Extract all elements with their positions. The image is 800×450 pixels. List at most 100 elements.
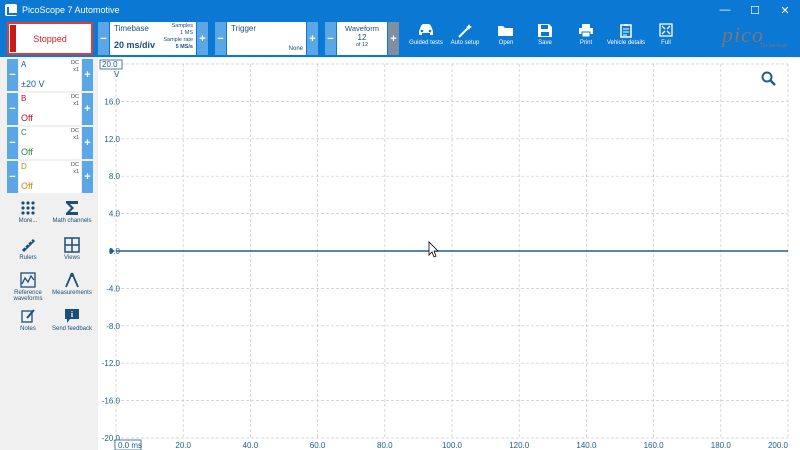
x-tick-label: 80.0 <box>377 441 393 450</box>
channel-c-minus-button[interactable]: − <box>7 127 18 159</box>
y-tick-label: 8.0 <box>109 172 121 181</box>
y-tick-label: 4.0 <box>109 210 121 219</box>
y-tick-label: 20.0 <box>102 60 118 69</box>
trigger-minus-button[interactable]: − <box>215 22 226 55</box>
views-button[interactable]: Views <box>51 237 93 261</box>
channel-c-control[interactable]: − C DC x1 Off + <box>7 127 93 159</box>
guided-tests-button[interactable]: Guided tests <box>404 20 448 57</box>
reference-waveform-icon <box>20 272 36 288</box>
waveform-label: Waveform <box>345 24 379 33</box>
x-tick-label: 160.0 <box>644 441 665 450</box>
x-tick-label: 200.0 <box>768 441 789 450</box>
channel-c-coupling: DC x1 <box>71 128 79 142</box>
more-button[interactable]: More... <box>7 200 49 224</box>
x-tick-label: 40.0 <box>243 441 259 450</box>
sample-rate-value: 5 MS/s <box>175 44 193 50</box>
trigger-value: None <box>288 46 303 52</box>
x-tick-label: 0.0 ms <box>118 441 142 450</box>
toolbar: Stopped − Timebase 20 ms/div Samples 1 M… <box>0 20 800 57</box>
trigger-plus-button[interactable]: + <box>307 22 318 55</box>
timebase-plus-button[interactable]: + <box>197 22 208 55</box>
channel-d-panel[interactable]: D DC x1 Off <box>19 161 81 193</box>
channel-c-range: Off <box>21 147 33 157</box>
waveform-control[interactable]: Waveform 12 of 12 <box>337 22 387 55</box>
channel-a-panel[interactable]: A DC x1 ±20 V <box>19 59 81 91</box>
channel-a-minus-button[interactable]: − <box>7 59 18 91</box>
notes-button[interactable]: Notes <box>7 308 49 332</box>
send-feedback-label: Send feedback <box>51 326 93 332</box>
channel-c-plus-button[interactable]: + <box>82 127 93 159</box>
save-button[interactable]: Save <box>523 20 567 57</box>
y-tick-label: -8.0 <box>106 322 120 331</box>
open-button[interactable]: Open <box>484 20 528 57</box>
close-button[interactable]: ✕ <box>770 0 800 20</box>
channel-d-coupling-value: DC <box>71 162 79 168</box>
math-channels-label: Math channels <box>52 218 92 224</box>
math-channels-button[interactable]: Math channels <box>51 200 93 224</box>
pico-technology-logo: pico Technology <box>722 24 794 54</box>
feedback-icon: i <box>65 309 79 323</box>
title-bar: PicoScope 7 Automotive — ☐ ✕ <box>0 0 800 20</box>
scope-graph[interactable]: 20.016.012.08.04.00.0-4.0-8.0-12.0-16.0-… <box>98 58 800 450</box>
wand-icon <box>458 24 472 38</box>
oscilloscope-plot[interactable]: 20.0 16.0 12.0 8.0 4.0 0.0 -4.0 -8.0 -12.0 -16.0-… <box>98 58 800 450</box>
timebase-control[interactable]: Timebase 20 ms/div Samples 1 MS Sample r… <box>110 22 196 55</box>
channel-d-probe: x1 <box>73 169 79 175</box>
x-tick-label: 180.0 <box>711 441 732 450</box>
channel-a-probe: x1 <box>73 67 79 73</box>
y-axis-unit: V <box>114 70 120 79</box>
zoom-icon[interactable] <box>761 71 776 86</box>
full-label: Full <box>661 40 671 46</box>
full-screen-button[interactable]: Full <box>644 20 688 57</box>
rulers-label: Rulers <box>19 255 37 261</box>
channel-b-control[interactable]: − B DC x1 Off + <box>7 93 93 125</box>
y-tick-label: -4.0 <box>106 284 120 293</box>
save-label: Save <box>538 40 552 46</box>
more-label: More... <box>18 218 38 224</box>
auto-setup-button[interactable]: Auto setup <box>443 20 487 57</box>
send-feedback-button[interactable]: i Send feedback <box>51 308 93 332</box>
rulers-button[interactable]: Rulers <box>7 237 49 261</box>
channel-b-name: B <box>21 94 27 103</box>
y-tick-label: 16.0 <box>104 97 120 106</box>
channel-a-control[interactable]: − A DC x1 ±20 V + <box>7 59 93 91</box>
channel-d-plus-button[interactable]: + <box>82 161 93 193</box>
caliper-icon <box>65 272 79 288</box>
maximize-button[interactable]: ☐ <box>740 0 770 20</box>
channel-a-plus-button[interactable]: + <box>82 59 93 91</box>
measurements-button[interactable]: Measurements <box>51 272 93 296</box>
channel-b-minus-button[interactable]: − <box>7 93 18 125</box>
channel-d-minus-button[interactable]: − <box>7 161 18 193</box>
channel-b-coupling-value: DC <box>71 94 79 100</box>
picoscope-app-icon <box>5 4 17 16</box>
channel-a-coupling-value: DC <box>71 60 79 66</box>
channel-c-name: C <box>21 128 27 137</box>
channel-b-plus-button[interactable]: + <box>82 93 93 125</box>
vehicle-details-button[interactable]: Vehicle details <box>604 20 648 57</box>
channel-b-panel[interactable]: B DC x1 Off <box>19 93 81 125</box>
window-controls: — ☐ ✕ <box>710 0 800 20</box>
channel-b-range: Off <box>21 113 33 123</box>
window-title: PicoScope 7 Automotive <box>22 5 120 15</box>
channel-d-coupling: DC x1 <box>71 162 79 176</box>
channel-a-name: A <box>21 60 27 69</box>
waveform-next-button[interactable]: + <box>388 22 399 55</box>
timebase-minus-button[interactable]: − <box>98 22 109 55</box>
clipboard-icon <box>620 24 632 38</box>
car-icon <box>419 24 433 35</box>
print-button[interactable]: Print <box>564 20 608 57</box>
reference-waveforms-button[interactable]: Reference waveforms <box>7 272 49 302</box>
trigger-control[interactable]: Trigger None <box>227 22 306 55</box>
sigma-icon <box>66 201 78 215</box>
channel-b-coupling: DC x1 <box>71 94 79 108</box>
sample-rate-label: Sample rate <box>163 37 193 43</box>
channel-a-coupling: DC x1 <box>71 60 79 74</box>
waveform-prev-button[interactable]: − <box>325 22 336 55</box>
run-stop-button[interactable]: Stopped <box>7 22 93 55</box>
minimize-button[interactable]: — <box>710 0 740 20</box>
ruler-icon <box>21 238 36 253</box>
channel-c-panel[interactable]: C DC x1 Off <box>19 127 81 159</box>
channel-d-control[interactable]: − D DC x1 Off + <box>7 161 93 193</box>
channel-b-probe: x1 <box>73 101 79 107</box>
print-icon <box>579 24 593 38</box>
